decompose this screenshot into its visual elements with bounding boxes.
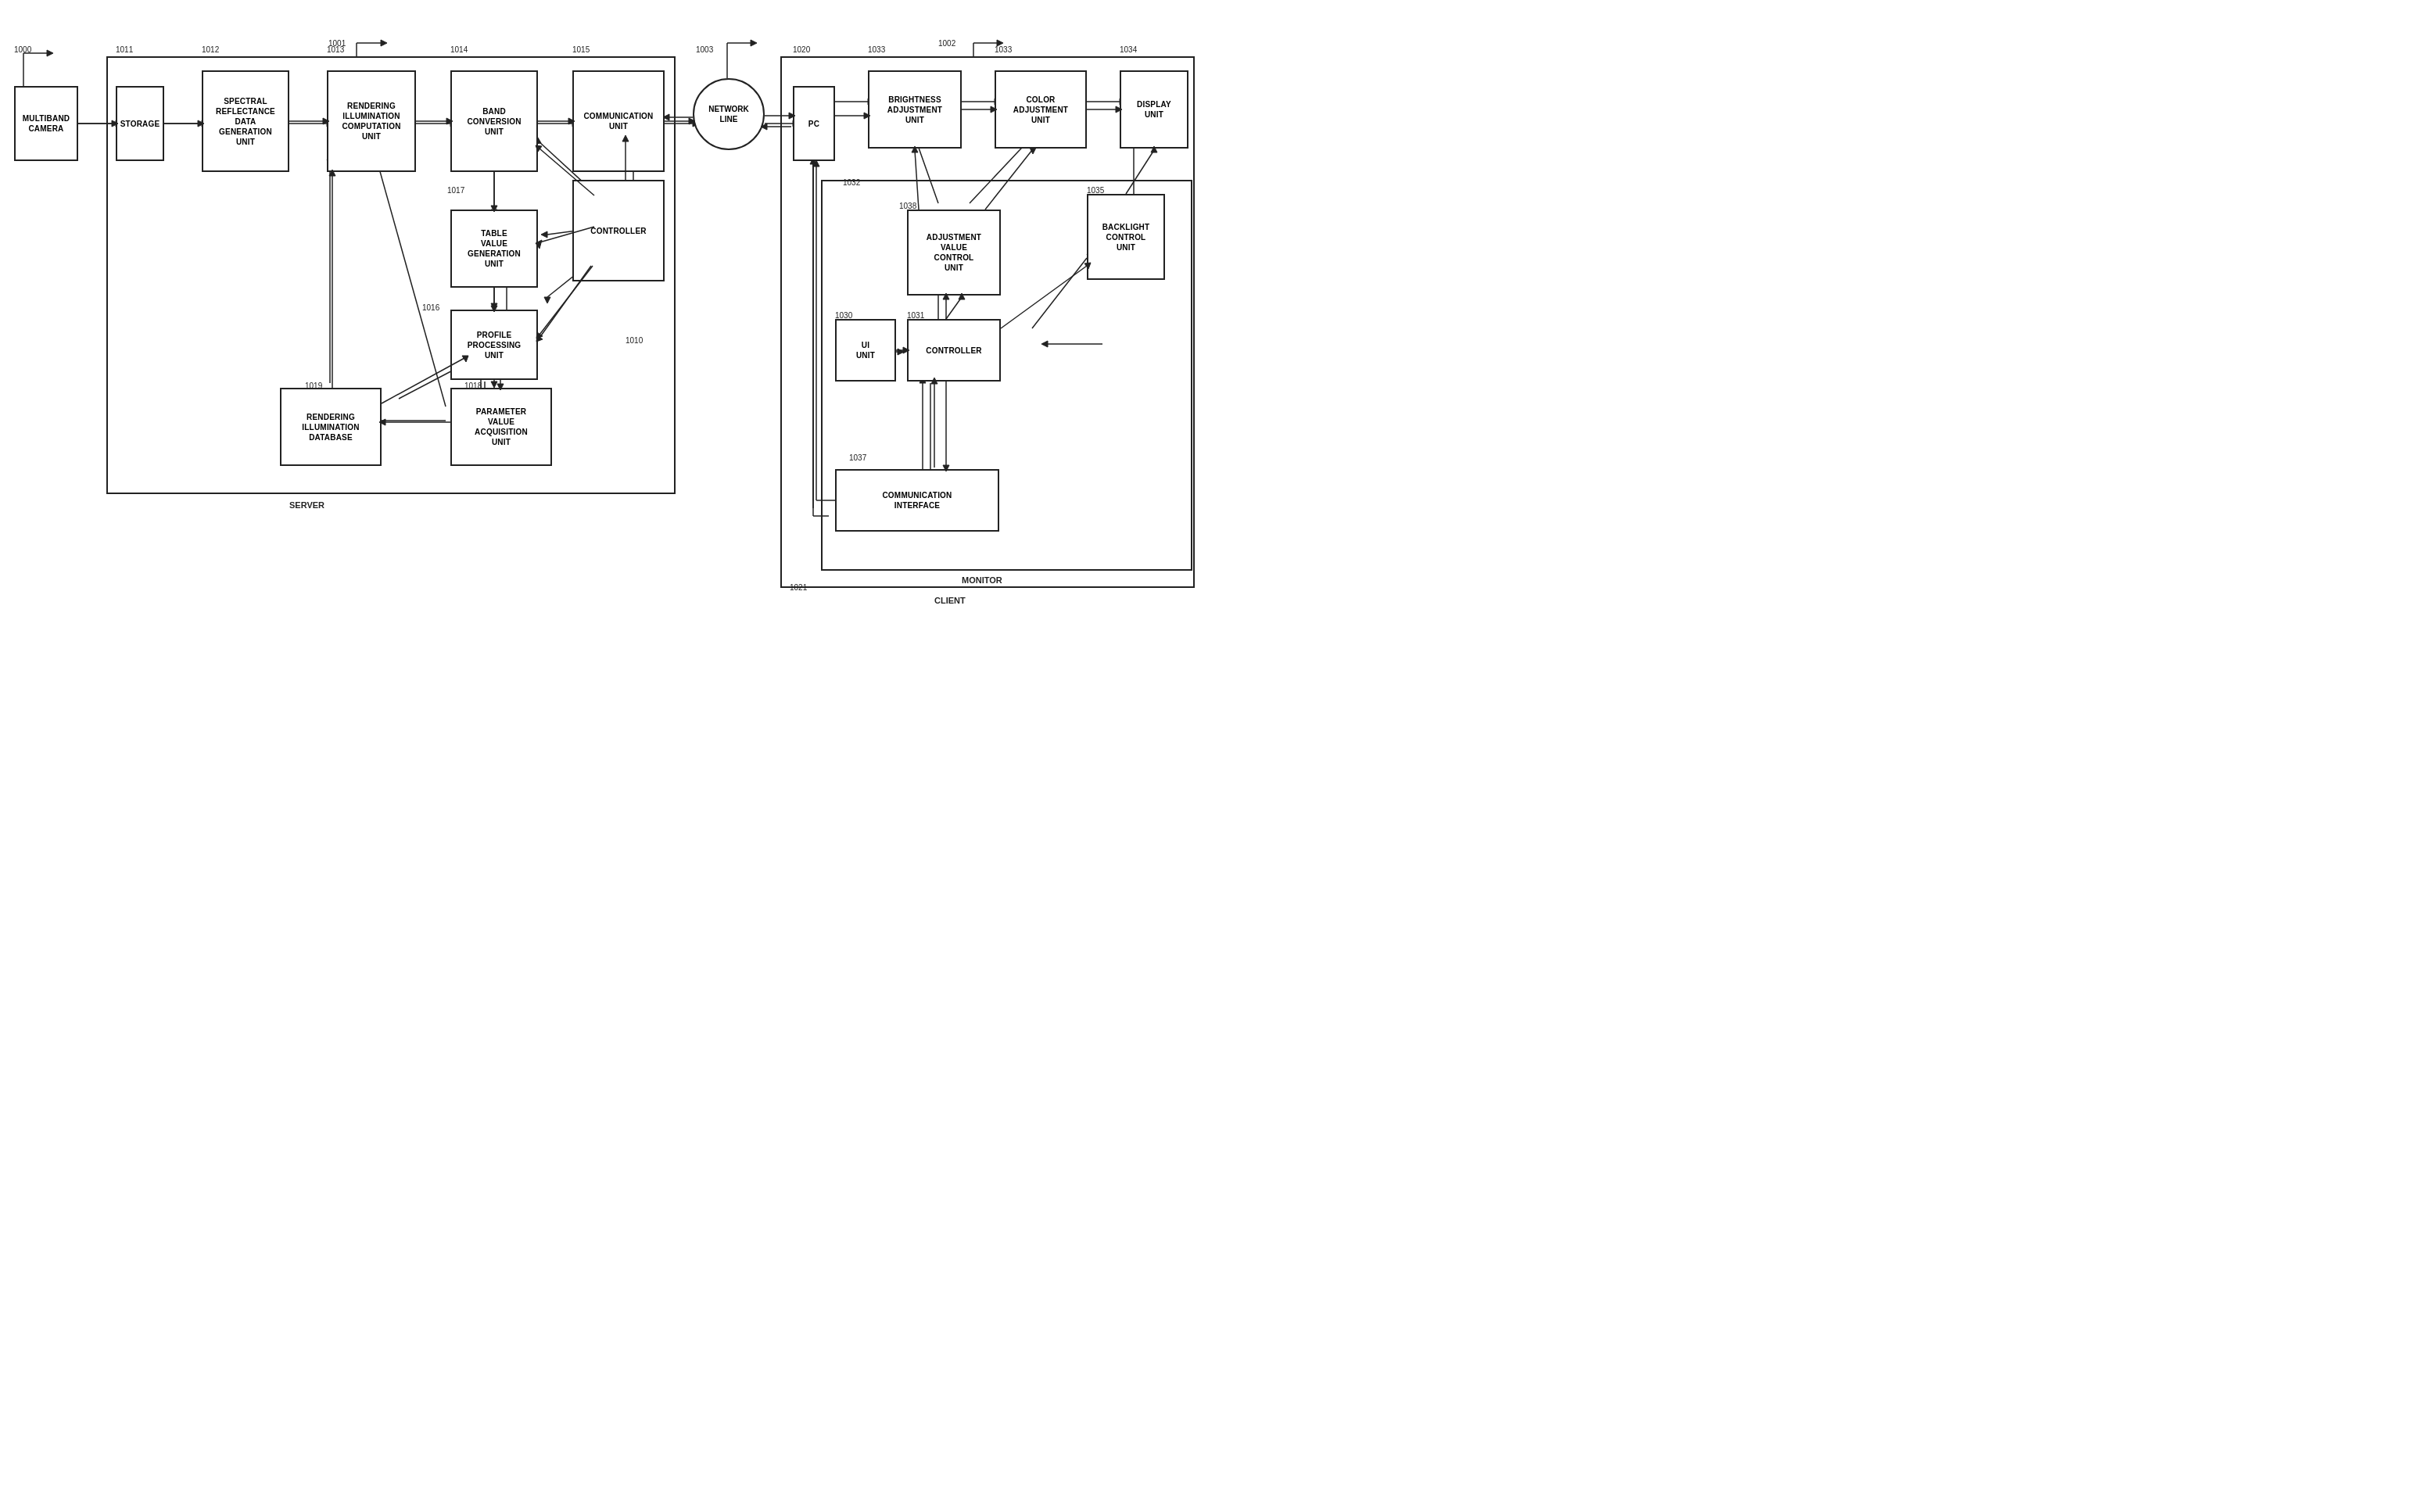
svg-marker-143 (751, 40, 757, 46)
svg-marker-146 (47, 50, 53, 56)
box-network-line: NETWORKLINE (693, 78, 765, 150)
ref-label-brightness: 1033 (868, 45, 885, 54)
ref-1002: 1002 (938, 39, 955, 48)
ref-1011: 1011 (116, 45, 133, 54)
ref-1015: 1015 (572, 45, 590, 54)
ref-1021: 1021 (790, 583, 807, 592)
svg-marker-137 (381, 40, 387, 46)
ref-1000: 1000 (14, 45, 31, 54)
monitor-label: MONITOR (962, 575, 1002, 585)
ref-1003: 1003 (696, 45, 713, 54)
box-multiband-camera: MULTIBAND CAMERA (14, 86, 78, 161)
ref-1014: 1014 (450, 45, 468, 54)
ref-1012: 1012 (202, 45, 219, 54)
ref-1001: 1001 (328, 39, 346, 48)
client-label: CLIENT (934, 596, 966, 605)
server-label: SERVER (289, 500, 324, 510)
ref-label-display: 1034 (1120, 45, 1137, 54)
ref-label-color: 1033 (995, 45, 1012, 54)
monitor-group-border (821, 180, 1192, 571)
diagram: 1000 MULTIBAND CAMERA 1011 STORAGE 1012 … (0, 0, 1204, 756)
server-group-border (106, 56, 676, 494)
ref-1020: 1020 (793, 45, 810, 54)
